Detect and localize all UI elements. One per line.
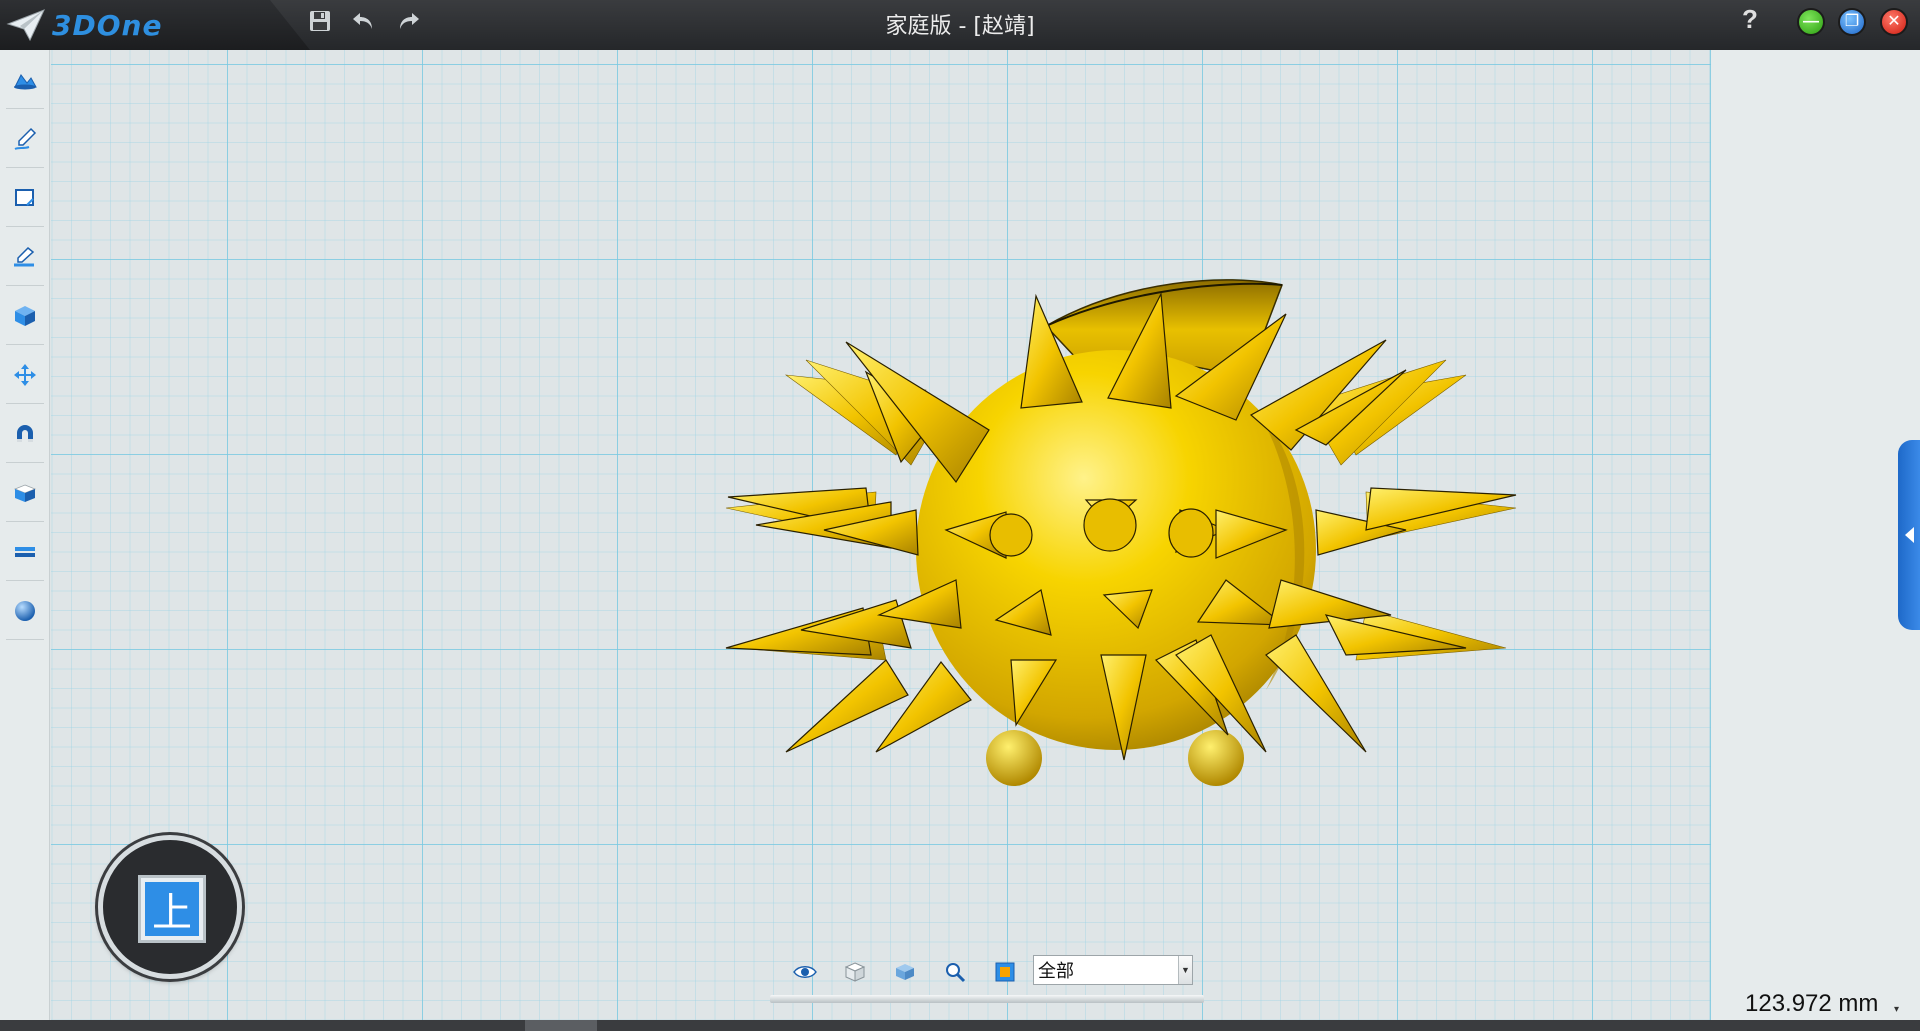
material-tool[interactable]	[0, 581, 50, 640]
measure-ruler-icon	[15, 546, 35, 557]
zoom-button[interactable]	[938, 957, 972, 987]
toolbar-shelf	[770, 995, 1204, 1003]
app-window: 3DOne 家庭版 - [赵靖] ? — ❐ ✕ 上 全部 ▼ 123.972 …	[0, 0, 1920, 1031]
help-button[interactable]: ?	[1735, 4, 1765, 40]
3d-viewport[interactable]	[51, 50, 1711, 1020]
zoom-magnifier-icon	[946, 963, 966, 983]
scrollbar-thumb[interactable]	[525, 1020, 597, 1031]
save-icon	[310, 11, 330, 31]
view-toolbar: 全部 ▼	[770, 951, 1210, 1005]
shaded-button[interactable]	[888, 957, 922, 987]
view-cube[interactable]: 上	[98, 835, 242, 979]
wireframe-button[interactable]	[838, 957, 872, 987]
right-foot-sphere	[1188, 730, 1244, 786]
selection-filter-value: 全部	[1038, 961, 1074, 982]
visibility-button[interactable]	[788, 957, 822, 987]
title-bar: 3DOne 家庭版 - [赵靖] ? — ❐ ✕	[0, 0, 1920, 50]
chevron-left-icon	[1904, 527, 1914, 543]
paper-plane-icon	[6, 9, 45, 42]
minimize-icon: —	[1803, 13, 1819, 30]
measurement-unit-dropdown-icon[interactable]: ▾	[1894, 1004, 1899, 1015]
close-button[interactable]: ✕	[1880, 8, 1908, 36]
sketch-rectangle-tool[interactable]	[0, 168, 50, 227]
move-arrows-icon	[14, 363, 36, 386]
horizontal-scrollbar[interactable]	[0, 1020, 1920, 1031]
measurement-readout: 123.972 mm	[1745, 990, 1879, 1017]
snap-tool[interactable]	[0, 404, 50, 463]
special-feature-cube-icon	[15, 305, 35, 326]
sketch-pen-icon	[14, 127, 37, 150]
sketch-tool[interactable]	[0, 109, 50, 168]
basic-solid-tool[interactable]	[0, 50, 50, 109]
restore-button[interactable]: ❐	[1838, 8, 1866, 36]
spiky-ball-model[interactable]	[706, 230, 1536, 860]
redo-button[interactable]	[393, 6, 423, 36]
restore-icon: ❐	[1844, 13, 1860, 30]
measure-tool[interactable]	[0, 522, 50, 581]
left-foot-sphere	[986, 730, 1042, 786]
chevron-down-icon[interactable]: ▼	[1178, 956, 1192, 984]
combine-cube-icon	[13, 484, 37, 502]
right-panel-area	[1711, 50, 1920, 1020]
quick-access-toolbar	[305, 6, 423, 36]
panel-toggle-button[interactable]	[1898, 440, 1920, 630]
app-logo[interactable]: 3DOne	[6, 6, 162, 44]
move-tool[interactable]	[0, 345, 50, 404]
basic-solid-icon	[14, 73, 37, 89]
render-button[interactable]	[988, 957, 1022, 987]
magnet-snap-icon	[17, 424, 33, 442]
shaded-cube-icon	[896, 964, 914, 980]
undo-button[interactable]	[349, 6, 379, 36]
sketch-rectangle-icon	[15, 188, 34, 206]
redo-icon	[400, 13, 419, 29]
eye-visibility-icon	[793, 966, 817, 978]
sketch-edit-tool[interactable]	[0, 227, 50, 286]
save-button[interactable]	[305, 6, 335, 36]
minimize-button[interactable]: —	[1797, 8, 1825, 36]
combine-tool[interactable]	[0, 463, 50, 522]
render-view-icon	[995, 962, 1015, 982]
special-feature-tool[interactable]	[0, 286, 50, 345]
selection-filter-dropdown[interactable]: 全部 ▼	[1033, 955, 1193, 985]
view-cube-top-face[interactable]: 上	[138, 875, 206, 943]
app-logo-text: 3DOne	[52, 8, 163, 42]
left-toolbar	[0, 50, 50, 1020]
close-icon: ✕	[1887, 13, 1901, 30]
undo-icon	[353, 13, 372, 29]
wireframe-cube-icon	[844, 962, 866, 982]
sketch-edit-icon	[14, 246, 35, 266]
sphere-material-icon	[15, 600, 35, 621]
